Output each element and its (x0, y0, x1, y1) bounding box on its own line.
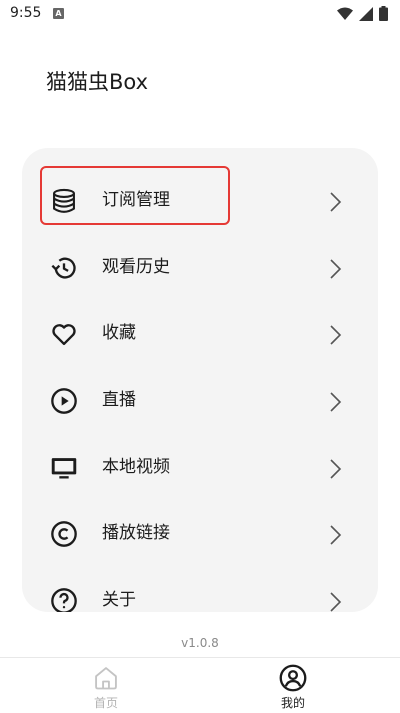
home-icon (95, 667, 117, 690)
menu-item-favorites[interactable]: 收藏 (22, 303, 378, 363)
battery-icon (379, 6, 388, 21)
page-title: 猫猫虫Box (46, 70, 149, 94)
status-time: 9:55 (10, 5, 42, 21)
chevron-right-icon (330, 459, 342, 479)
wifi-icon (337, 7, 353, 20)
nav-home[interactable]: 首页 (76, 662, 136, 712)
chevron-right-icon (330, 192, 342, 212)
signal-icon (359, 6, 373, 21)
highlight-box (40, 166, 230, 225)
bottom-nav: 首页 我的 (0, 657, 400, 713)
menu-item-label: 关于 (102, 590, 136, 610)
chevron-right-icon (330, 325, 342, 345)
menu-item-history[interactable]: 观看历史 (22, 237, 378, 297)
menu-item-label: 播放链接 (102, 523, 170, 543)
menu-item-label: 观看历史 (102, 257, 170, 277)
notification-icon: A (53, 8, 64, 19)
menu-item-live[interactable]: 直播 (22, 370, 378, 430)
chevron-right-icon (330, 392, 342, 412)
help-circle-icon (51, 588, 77, 612)
nav-label: 首页 (93, 696, 118, 710)
menu-item-label: 收藏 (102, 323, 136, 343)
menu-item-label: 直播 (102, 390, 136, 410)
chevron-right-icon (330, 592, 342, 612)
menu-item-play-link[interactable]: 播放链接 (22, 503, 378, 563)
menu-item-local-video[interactable]: 本地视频 (22, 437, 378, 497)
chevron-right-icon (330, 525, 342, 545)
user-circle-icon (279, 664, 307, 692)
history-icon (51, 257, 76, 279)
status-icons (337, 6, 388, 21)
nav-mine[interactable]: 我的 (263, 662, 323, 712)
monitor-icon (51, 458, 77, 479)
menu-item-label: 本地视频 (102, 457, 170, 477)
status-bar: 9:55 A (0, 0, 400, 28)
copyright-icon (51, 521, 77, 547)
heart-icon (52, 324, 76, 346)
app-version: v1.0.8 (181, 636, 219, 650)
menu-item-about[interactable]: 关于 (22, 570, 378, 612)
play-circle-icon (51, 388, 77, 414)
chevron-right-icon (330, 259, 342, 279)
nav-label: 我的 (280, 696, 305, 710)
